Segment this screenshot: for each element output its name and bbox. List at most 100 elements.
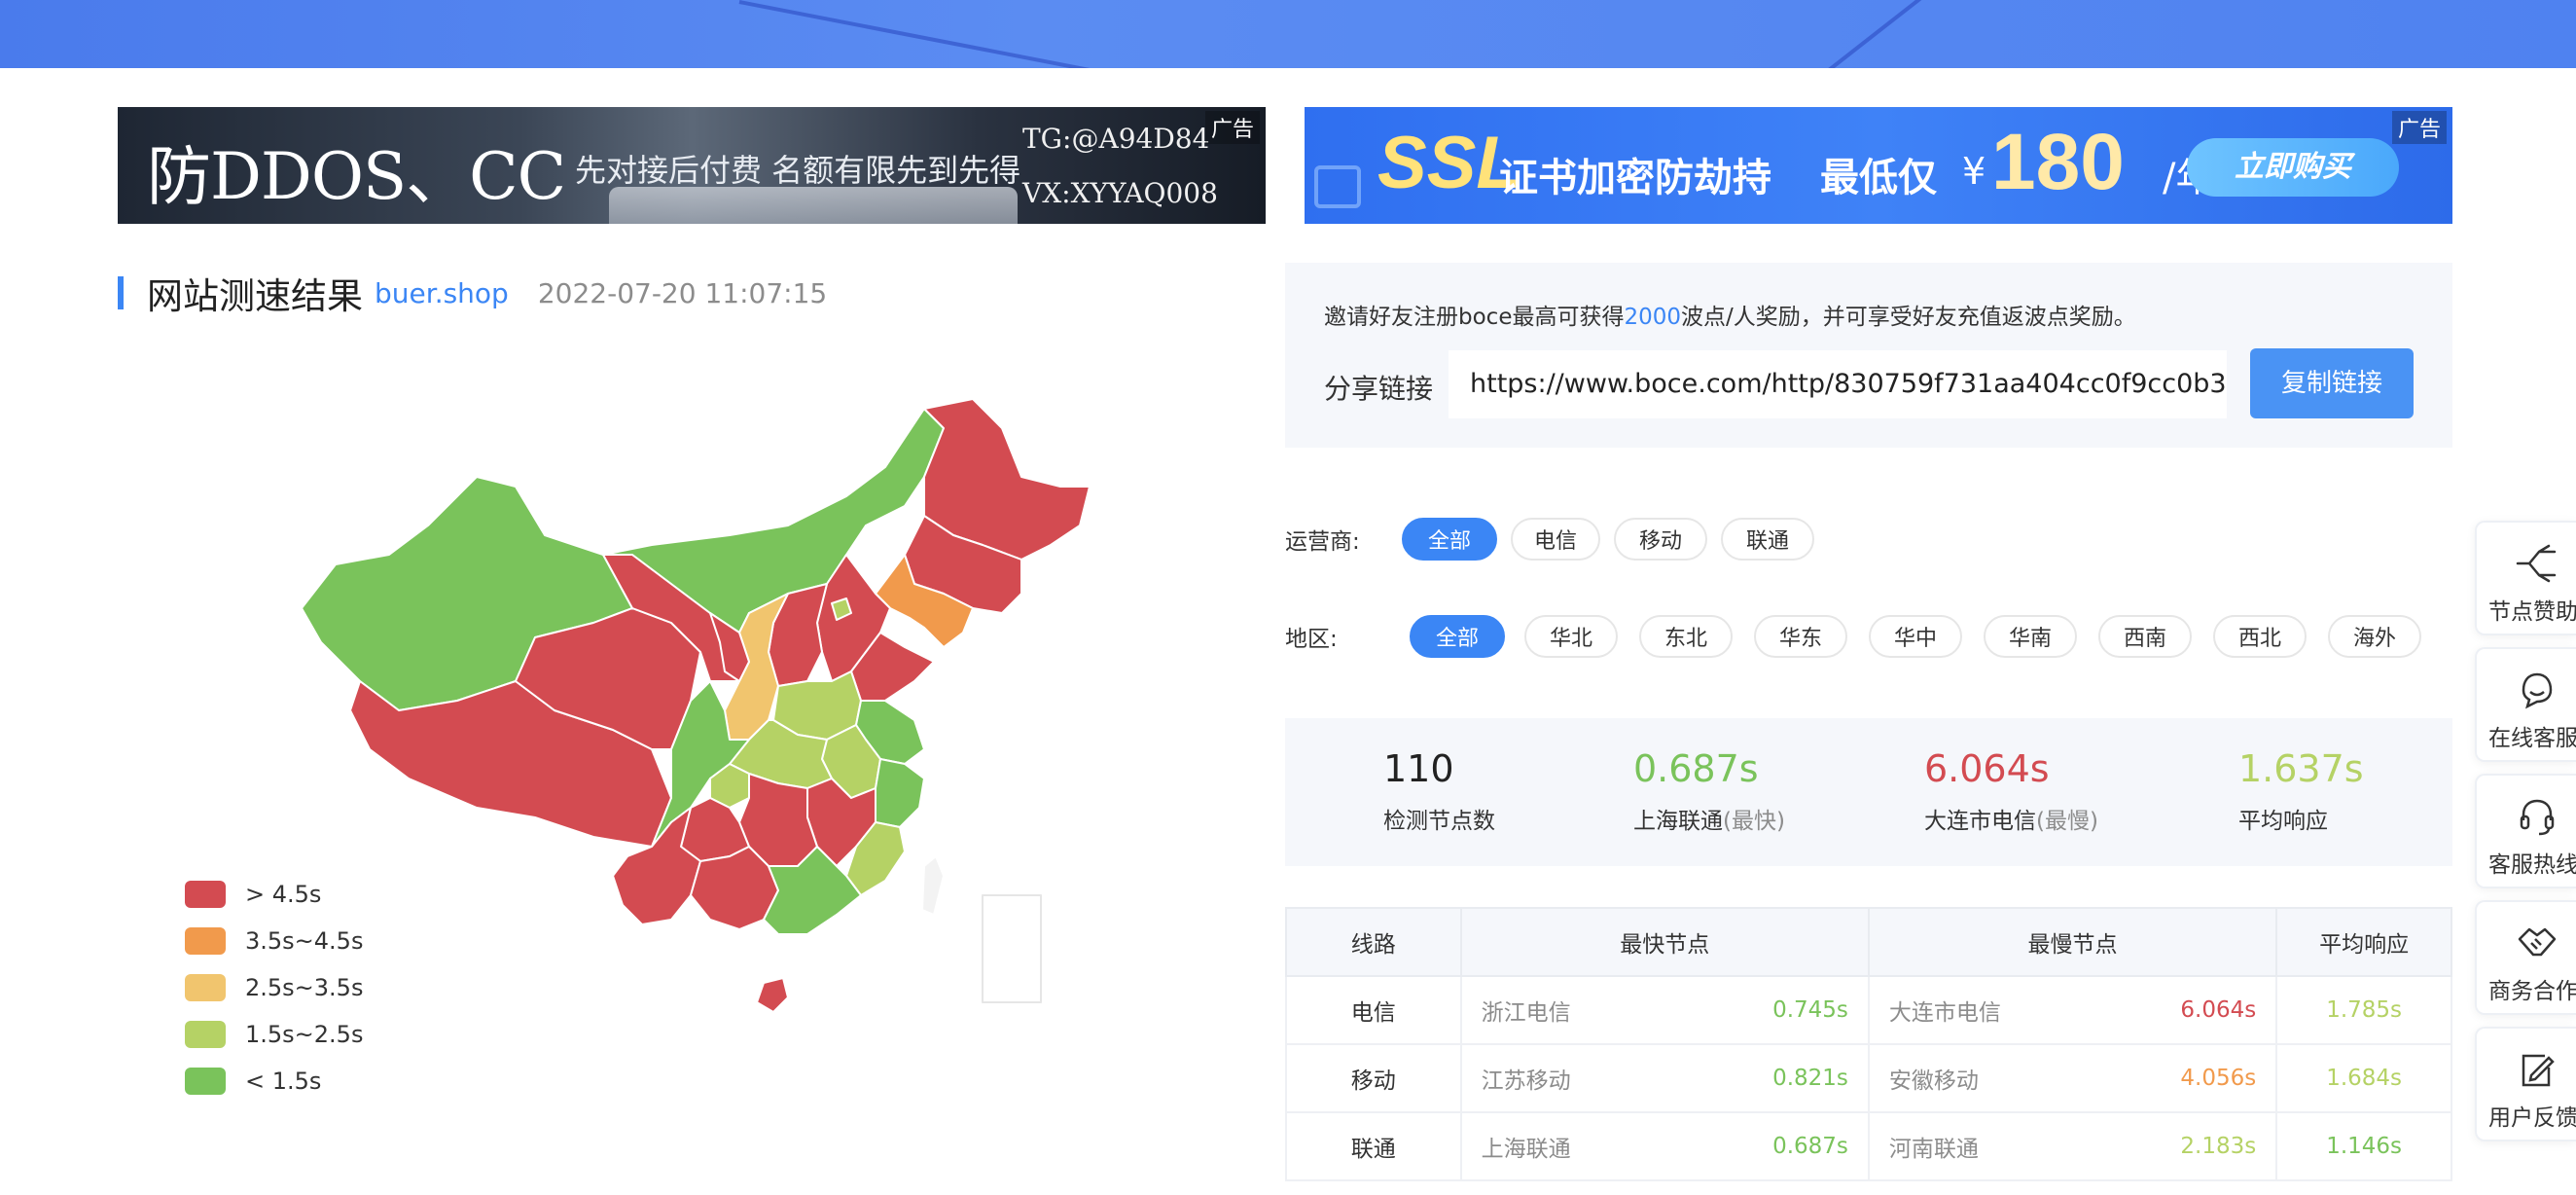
region-taiwan[interactable]	[921, 855, 945, 916]
stat-label: 大连市电信(最慢)	[1924, 802, 2098, 835]
sidebar-item-hotline[interactable]: 客服热线	[2475, 774, 2576, 888]
region-chip-central[interactable]: 华中	[1869, 615, 1962, 658]
legend-item: 1.5s~2.5s	[185, 1011, 363, 1058]
legend-label: 2.5s~3.5s	[245, 974, 364, 1001]
china-speed-map	[301, 398, 1091, 1013]
cell-slow-name: 安徽移动	[1867, 1043, 2073, 1113]
legend-swatch	[185, 974, 226, 1001]
south-china-sea-inset	[982, 894, 1042, 1003]
sidebar-label: 节点赞助	[2488, 599, 2576, 625]
stat-label: 检测节点数	[1383, 802, 1495, 835]
cell-slow-name: 河南联通	[1867, 1111, 2073, 1181]
region-filter-label: 地区:	[1285, 627, 1338, 652]
table-row: 移动 江苏移动 0.821s 安徽移动 4.056s 1.684s	[1285, 1043, 2452, 1113]
sidebar-item-node-sponsor[interactable]: 节点赞助	[2475, 521, 2576, 635]
cell-slow-name: 大连市电信	[1867, 975, 2073, 1045]
chat-bubble-icon	[2522, 672, 2553, 709]
ad-contact-vx: VX:XYYAQ008	[1022, 177, 1218, 209]
sidebar-item-business[interactable]: 商务合作	[2475, 900, 2576, 1015]
ad-contact-tg: TG:@A94D84	[1022, 123, 1210, 155]
sidebar-item-online-support[interactable]: 在线客服	[2475, 647, 2576, 762]
invite-text-after: 波点/人奖励，并可享受好友充值返波点奖励。	[1681, 305, 2136, 330]
result-header: 网站测速结果 buer.shop 2022-07-20 11:07:15	[118, 272, 828, 317]
cell-fast-val: 0.821s	[1664, 1043, 1870, 1113]
stat-label-text: 大连市电信	[1924, 809, 2036, 834]
region-chip-northeast[interactable]: 东北	[1639, 615, 1733, 658]
ad-tag: 广告	[2391, 111, 2447, 144]
stat-label-text: 平均响应	[2238, 809, 2328, 834]
cell-fast-name: 上海联通	[1459, 1111, 1665, 1181]
cell-slow-val: 4.056s	[2072, 1043, 2278, 1113]
table-header-row: 线路 最快节点 最慢节点 平均响应	[1285, 907, 2452, 977]
region-chip-overseas[interactable]: 海外	[2328, 615, 2421, 658]
sidebar-item-feedback[interactable]: 用户反馈	[2475, 1027, 2576, 1141]
operator-filter: 运营商: 全部 电信 移动 联通	[1285, 518, 1814, 561]
cell-line: 移动	[1285, 1043, 1462, 1113]
tested-domain[interactable]: buer.shop	[375, 277, 509, 309]
legend-item: < 1.5s	[185, 1058, 363, 1104]
cell-slow-val: 2.183s	[2072, 1111, 2278, 1181]
invite-text-before: 邀请好友注册boce最高可获得	[1324, 305, 1625, 330]
cell-avg: 1.684s	[2275, 1043, 2452, 1113]
share-node-icon	[2516, 544, 2557, 583]
map-legend: > 4.5s 3.5s~4.5s 2.5s~3.5s 1.5s~2.5s < 1…	[185, 871, 363, 1104]
headset-icon	[2520, 799, 2555, 836]
results-table: 线路 最快节点 最慢节点 平均响应 电信 浙江电信 0.745s 大连市电信 6…	[1285, 907, 2452, 1181]
cell-line: 联通	[1285, 1111, 1462, 1181]
operator-filter-label: 运营商:	[1285, 529, 1360, 555]
stat-label-sub: (最慢)	[2036, 809, 2098, 834]
invite-reward-amount: 2000	[1624, 305, 1682, 330]
stat-label: 上海联通(最快)	[1633, 802, 1785, 835]
region-chip-southwest[interactable]: 西南	[2098, 615, 2192, 658]
operator-chip-telecom[interactable]: 电信	[1511, 518, 1600, 561]
stat-fastest: 0.687s 上海联通(最快)	[1633, 747, 1785, 835]
ad-yen: ¥	[1962, 150, 1986, 193]
region-zhejiang[interactable]	[875, 758, 925, 828]
stat-node-count: 110 检测节点数	[1383, 747, 1495, 835]
legend-item: 2.5s~3.5s	[185, 964, 363, 1011]
stat-label-sub: (最快)	[1723, 809, 1785, 834]
col-header-line: 线路	[1285, 907, 1462, 977]
ad-text-1: 证书加密防劫持	[1499, 156, 1771, 200]
cell-fast-val: 0.745s	[1664, 975, 1870, 1045]
cell-fast-name: 浙江电信	[1459, 975, 1665, 1045]
test-timestamp: 2022-07-20 11:07:15	[537, 276, 828, 309]
page-title: 网站测速结果	[147, 275, 363, 317]
sidebar-label: 客服热线	[2488, 852, 2576, 878]
share-link-input[interactable]: https://www.boce.com/http/830759f731aa40…	[1449, 350, 2227, 418]
operator-chip-mobile[interactable]: 移动	[1614, 518, 1707, 561]
stat-value: 110	[1383, 747, 1454, 790]
laptop-illustration	[609, 187, 1018, 224]
region-filter: 地区: 全部 华北 东北 华东 华中 华南 西南 西北 海外	[1285, 615, 2421, 658]
operator-chip-all[interactable]: 全部	[1402, 518, 1497, 561]
cell-avg: 1.785s	[2275, 975, 2452, 1045]
legend-label: < 1.5s	[245, 1068, 322, 1095]
operator-chip-unicom[interactable]: 联通	[1721, 518, 1814, 561]
floating-sidebar: 节点赞助 在线客服 客服热线 商务合作 用户反馈	[2475, 521, 2576, 1153]
region-hainan[interactable]	[756, 977, 789, 1013]
top-banner	[0, 0, 2576, 68]
summary-stats: 110 检测节点数 0.687s 上海联通(最快) 6.064s 大连市电信(最…	[1285, 718, 2452, 866]
region-chip-east[interactable]: 华东	[1754, 615, 1847, 658]
title-accent-bar	[118, 276, 124, 309]
ad-banner-ssl[interactable]: SSL 证书加密防劫持 最低仅 ¥ 180 /年 立即购买 广告	[1305, 107, 2452, 224]
legend-swatch	[185, 1021, 226, 1048]
table-row: 联通 上海联通 0.687s 河南联通 2.183s 1.146s	[1285, 1111, 2452, 1181]
copy-link-button[interactable]: 复制链接	[2250, 348, 2414, 418]
ad-subline: 先对接后付费 名额有限先到先得	[575, 152, 1021, 189]
region-chip-all[interactable]: 全部	[1410, 615, 1505, 658]
legend-swatch	[185, 1068, 226, 1095]
region-chip-north[interactable]: 华北	[1524, 615, 1618, 658]
table-row: 电信 浙江电信 0.745s 大连市电信 6.064s 1.785s	[1285, 975, 2452, 1045]
region-chip-south[interactable]: 华南	[1984, 615, 2077, 658]
region-chip-northwest[interactable]: 西北	[2213, 615, 2307, 658]
ad-banner-ddos[interactable]: 防DDOS、CC 先对接后付费 名额有限先到先得 TG:@A94D84 VX:X…	[118, 107, 1266, 224]
legend-label: > 4.5s	[245, 881, 322, 908]
share-link-label: 分享链接	[1324, 373, 1434, 405]
legend-label: 3.5s~4.5s	[245, 927, 364, 955]
cell-line: 电信	[1285, 975, 1462, 1045]
buy-now-button[interactable]: 立即购买	[2187, 138, 2399, 197]
legend-swatch	[185, 927, 226, 955]
ad-tag: 广告	[1204, 111, 1260, 144]
ad-text-2: 最低仅	[1820, 156, 1937, 200]
